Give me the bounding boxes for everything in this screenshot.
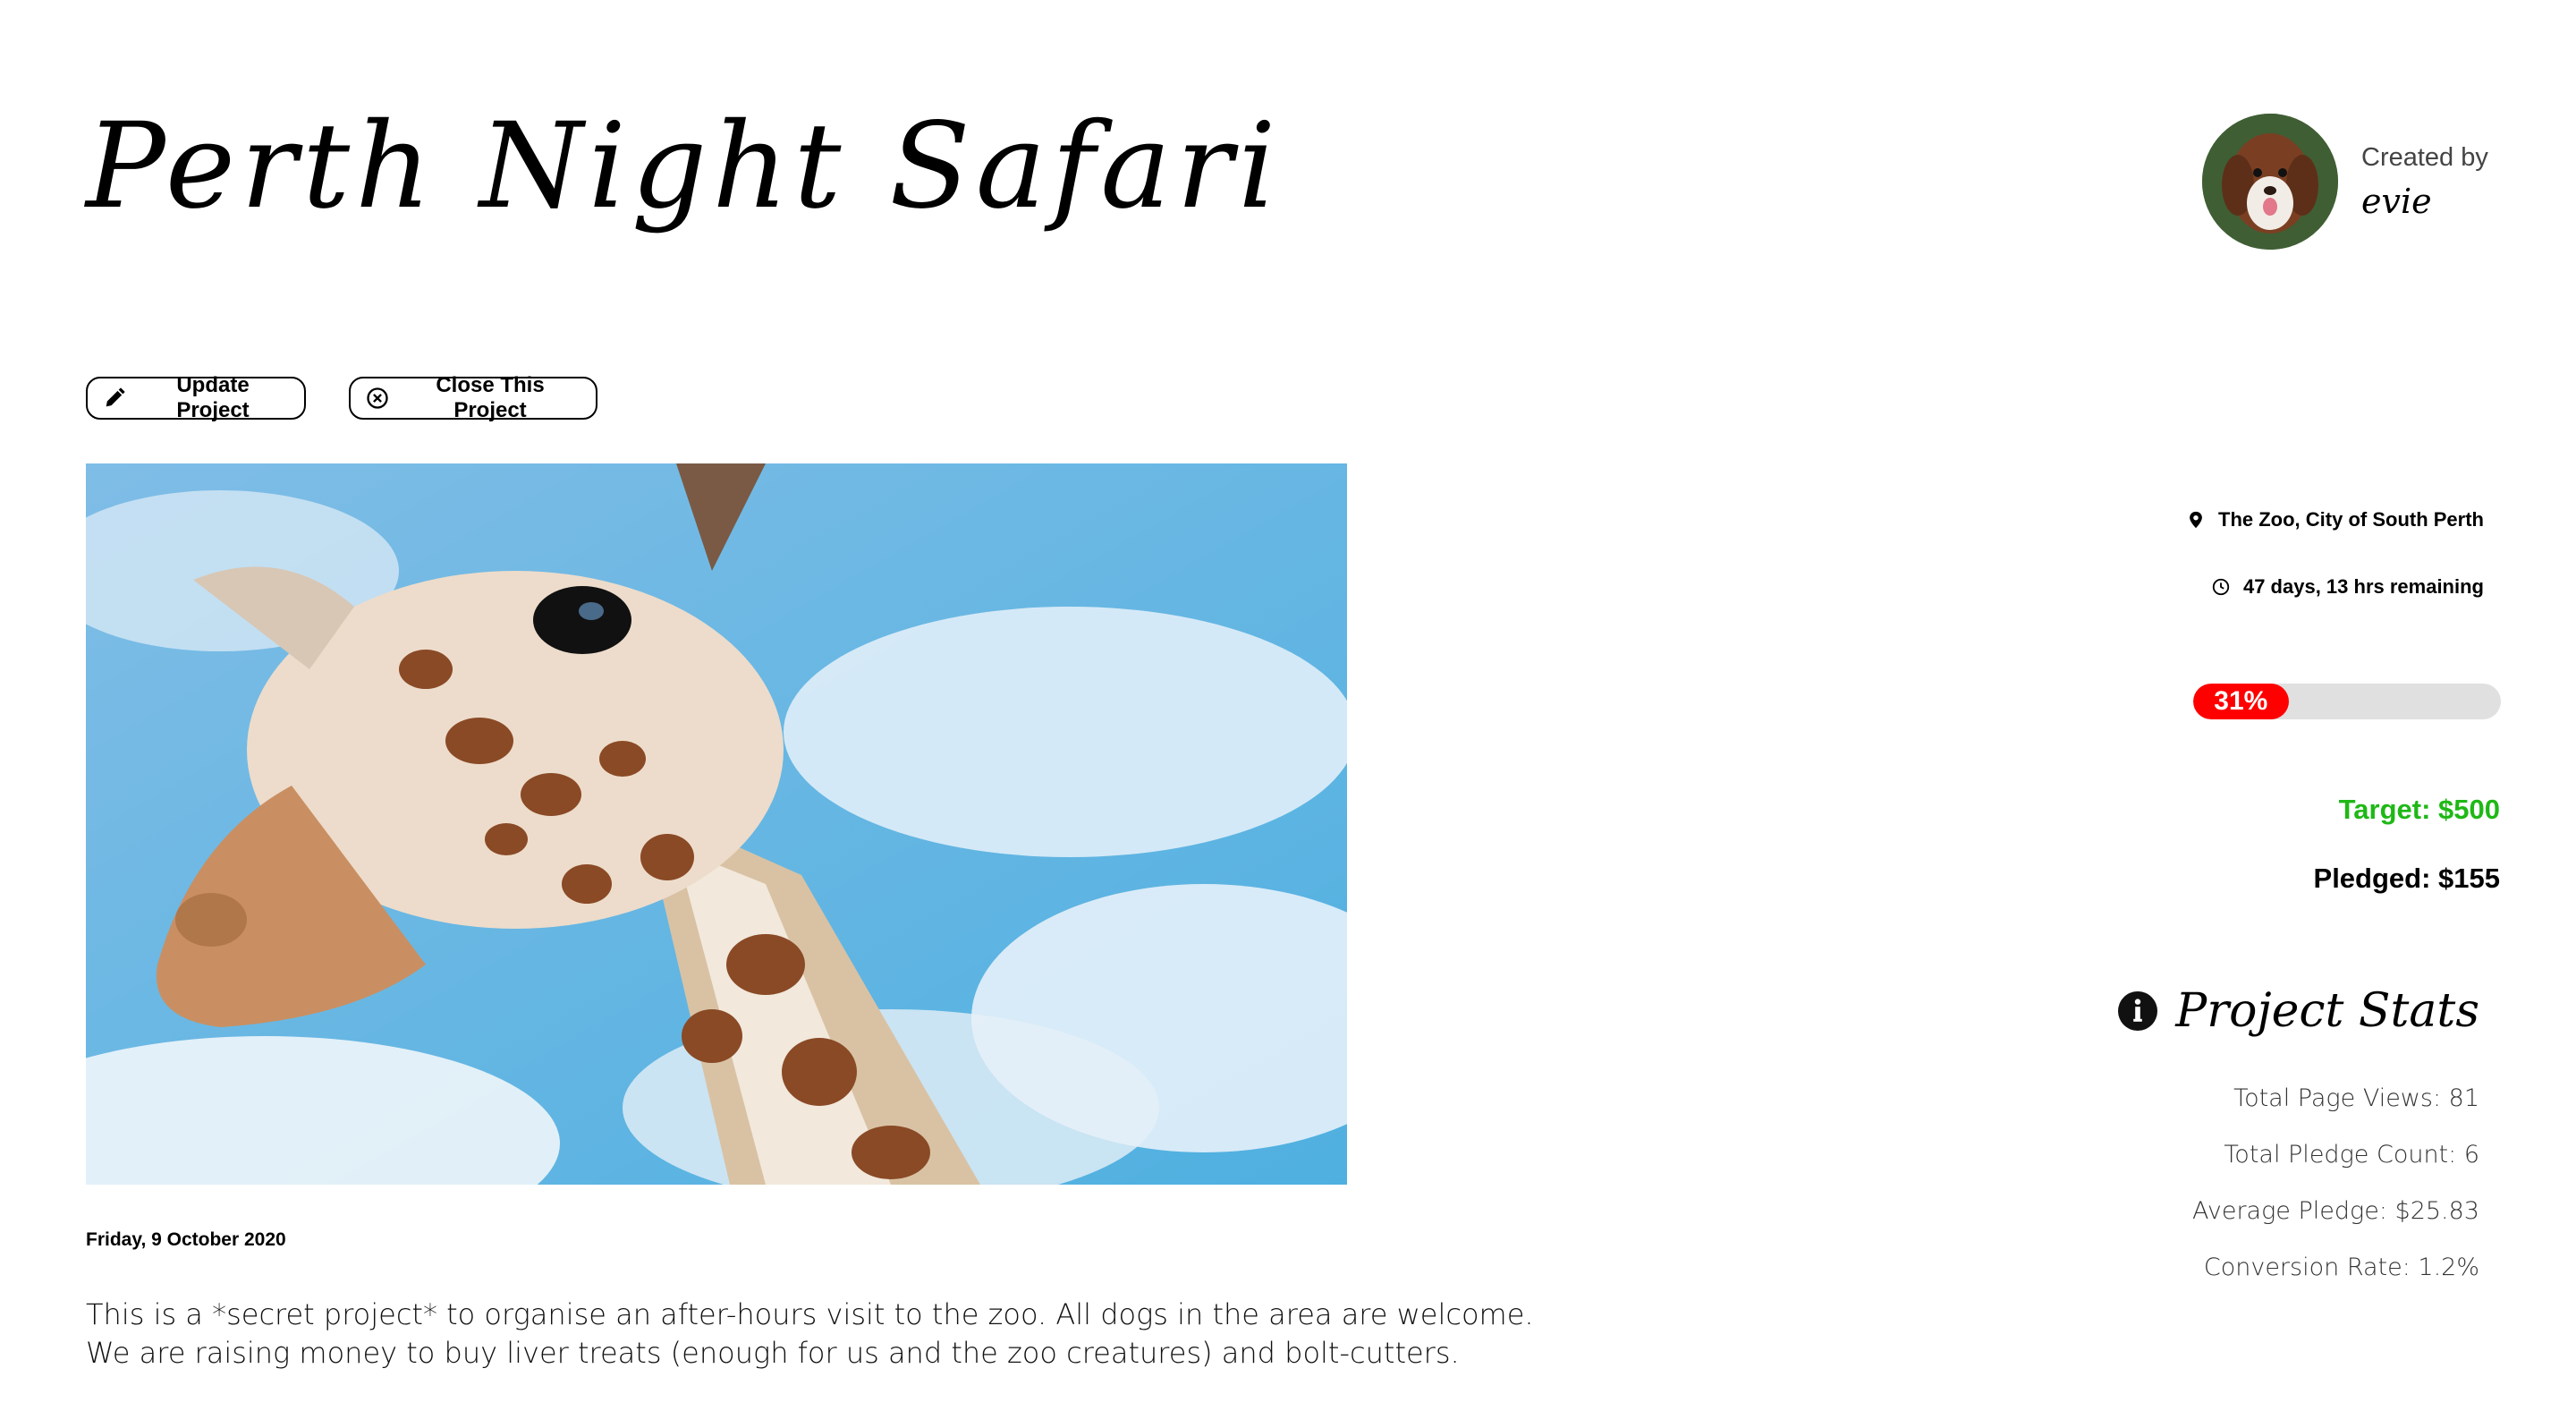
map-pin-icon [2186, 510, 2206, 530]
creator-name[interactable]: evie [2361, 182, 2488, 221]
avatar[interactable] [2202, 114, 2338, 250]
description-line: This is a *secret project* to organise a… [86, 1297, 1534, 1331]
funding-progress-fill: 31% [2193, 684, 2289, 719]
project-location: The Zoo, City of South Perth [2186, 508, 2484, 531]
project-page: Perth Night Safari Created by evie Updat… [0, 0, 2576, 1428]
stat-total-pledge-count: Total Pledge Count: 6 [2224, 1141, 2479, 1169]
creator-text: Created by evie [2361, 143, 2488, 221]
project-time-remaining: 47 days, 13 hrs remaining [2211, 575, 2484, 599]
info-circle-icon [2116, 990, 2159, 1033]
page-title: Perth Night Safari [86, 98, 1282, 235]
clock-icon [2211, 577, 2231, 597]
created-by-label: Created by [2361, 142, 2488, 172]
update-project-label: Update Project [176, 373, 250, 422]
dog-avatar-image [2202, 114, 2338, 250]
close-project-label: Close This Project [436, 373, 545, 422]
time-remaining-text: 47 days, 13 hrs remaining [2242, 575, 2484, 598]
project-stats-heading: Project Stats [2116, 984, 2479, 1038]
pencil-icon [102, 386, 127, 411]
progress-label: 31% [2214, 686, 2268, 716]
project-image [86, 463, 1347, 1185]
update-project-button[interactable]: Update Project [86, 373, 306, 422]
project-description: This is a *secret project* to organise a… [86, 1296, 1606, 1373]
pledged-amount: Pledged: $155 [2313, 863, 2500, 894]
funding-progress-bar: 31% [2193, 684, 2501, 719]
project-date: Friday, 9 October 2020 [86, 1229, 286, 1250]
creator-block: Created by evie [2202, 114, 2488, 250]
stat-conversion-rate: Conversion Rate: 1.2% [2203, 1254, 2479, 1281]
description-line: We are raising money to buy liver treats… [86, 1336, 1460, 1370]
stat-total-page-views: Total Page Views: 81 [2233, 1084, 2479, 1112]
circle-x-icon [365, 386, 390, 411]
stat-average-pledge: Average Pledge: $25.83 [2191, 1197, 2479, 1225]
close-project-button[interactable]: Close This Project [349, 373, 597, 422]
stats-title: Project Stats [2175, 984, 2479, 1038]
giraffe-image [86, 463, 1347, 1185]
target-amount: Target: $500 [2338, 794, 2500, 825]
location-text: The Zoo, City of South Perth [2218, 508, 2484, 531]
